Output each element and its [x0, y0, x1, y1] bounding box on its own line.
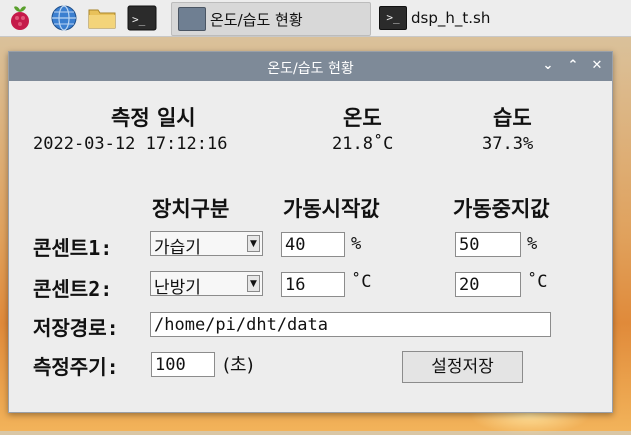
window-title: 온도/습도 현황 [267, 61, 354, 77]
interval-input[interactable]: 100 [151, 352, 215, 377]
outlet1-stop-input[interactable]: 50 [455, 232, 521, 257]
temperature-value: 21.8˚C [332, 134, 394, 154]
minimize-button[interactable]: ⌄ [539, 57, 557, 75]
outlet1-device-select[interactable]: 가습기 ▼ [150, 231, 263, 258]
svg-text:>_: >_ [132, 13, 146, 26]
save-settings-button[interactable]: 설정저장 [402, 351, 523, 383]
outlet1-stop-unit: % [527, 234, 538, 254]
raspberry-menu-icon[interactable] [5, 3, 35, 33]
storage-path-label: 저장경로: [33, 316, 119, 340]
outlet1-start-input[interactable]: 40 [281, 232, 345, 257]
outlet2-start-unit: ˚C [351, 272, 372, 292]
interval-unit: (초) [223, 355, 254, 376]
start-column-header: 가동시작값 [283, 197, 380, 221]
interval-label: 측정주기: [33, 355, 119, 379]
close-button[interactable]: ✕ [588, 57, 606, 75]
outlet1-label: 콘센트1: [33, 236, 113, 260]
outlet2-stop-unit: ˚C [527, 272, 548, 292]
taskbar: >_ 온도/습도 현황 >_ dsp_h_t.sh [0, 0, 631, 37]
storage-path-input[interactable]: /home/pi/dht/data [150, 312, 551, 337]
maximize-button[interactable]: ⌃ [564, 57, 582, 75]
outlet2-stop-input[interactable]: 20 [455, 272, 521, 297]
temperature-header: 온도 [343, 106, 382, 130]
taskbar-task-label: dsp_h_t.sh [411, 9, 491, 27]
taskbar-task-temp-humidity[interactable]: 온도/습도 현황 [171, 2, 371, 36]
humidity-value: 37.3% [482, 134, 534, 154]
stop-column-header: 가동중지값 [453, 197, 550, 221]
chevron-down-icon[interactable]: ▼ [247, 235, 260, 252]
outlet2-device-select[interactable]: 난방기 ▼ [150, 271, 263, 298]
date-value: 2022-03-12 17:12:16 [33, 134, 228, 154]
terminal-icon: >_ [379, 6, 407, 30]
humidity-header: 습도 [493, 106, 532, 130]
web-browser-icon[interactable] [49, 3, 79, 33]
outlet1-device-value: 가습기 [154, 238, 201, 258]
date-header: 측정 일시 [111, 106, 196, 130]
outlet2-label: 콘센트2: [33, 277, 113, 301]
outlet2-device-value: 난방기 [154, 278, 201, 298]
window-icon [178, 7, 206, 31]
file-manager-icon[interactable] [87, 3, 117, 33]
taskbar-task-terminal[interactable]: >_ dsp_h_t.sh [373, 2, 593, 34]
device-column-header: 장치구분 [152, 197, 230, 221]
app-window: 온도/습도 현황 ⌄ ⌃ ✕ 측정 일시 온도 습도 2022-03-12 17… [8, 51, 613, 413]
outlet1-start-unit: % [351, 234, 362, 254]
taskbar-task-label: 온도/습도 현황 [210, 10, 303, 29]
chevron-down-icon[interactable]: ▼ [247, 275, 260, 292]
outlet2-start-input[interactable]: 16 [281, 272, 345, 297]
window-titlebar[interactable]: 온도/습도 현황 ⌄ ⌃ ✕ [9, 52, 612, 81]
terminal-icon[interactable]: >_ [127, 3, 157, 33]
